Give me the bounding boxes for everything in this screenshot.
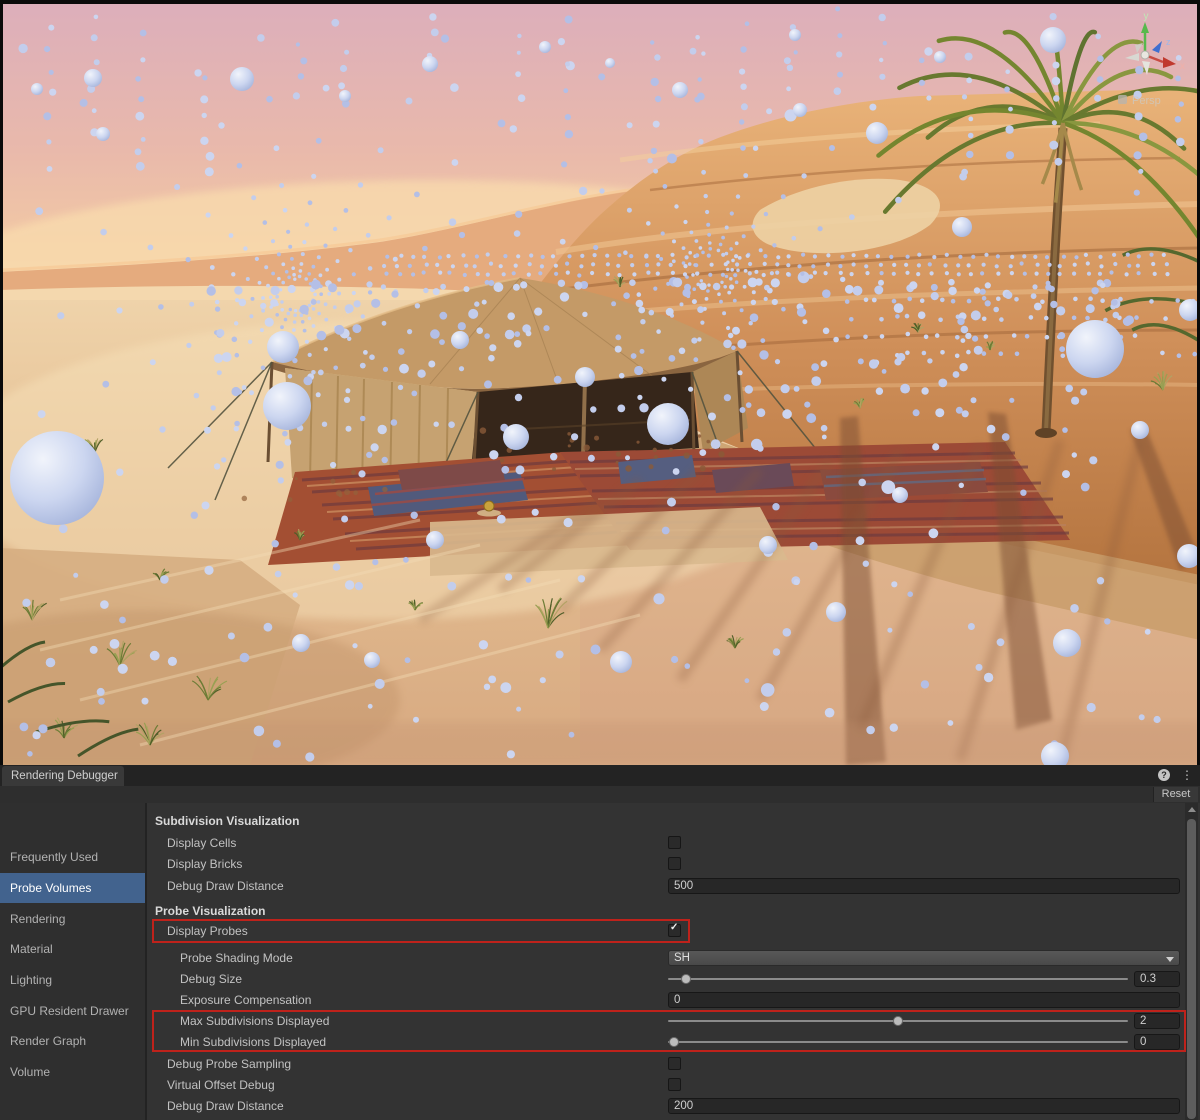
vertical-scrollbar[interactable]: [1185, 803, 1198, 1120]
exposure-compensation-label: Exposure Compensation: [180, 991, 311, 1009]
debug-draw-distance-field[interactable]: 500: [668, 878, 1180, 894]
debug-size-value[interactable]: 0.3: [1134, 971, 1180, 987]
min-subdivisions-value[interactable]: 0: [1134, 1034, 1180, 1050]
gizmo-y-label: y: [1144, 11, 1149, 22]
probe-shading-mode-label: Probe Shading Mode: [180, 949, 293, 967]
row-debug-draw-distance-subdivision: Debug Draw Distance 500: [0, 877, 1200, 895]
scroll-up-icon[interactable]: [1188, 807, 1196, 812]
debug-probe-sampling-checkbox[interactable]: [668, 1057, 681, 1070]
row-display-bricks: Display Bricks: [0, 855, 1200, 873]
max-subdivisions-slider[interactable]: [668, 1012, 1128, 1030]
debug-size-slider[interactable]: [668, 970, 1128, 988]
display-bricks-checkbox[interactable]: [668, 857, 681, 870]
row-debug-probe-sampling: Debug Probe Sampling: [0, 1055, 1200, 1073]
projection-icon: [1118, 95, 1127, 104]
virtual-offset-debug-checkbox[interactable]: [668, 1078, 681, 1091]
slider-handle[interactable]: [669, 1037, 679, 1047]
row-display-cells: Display Cells: [0, 834, 1200, 852]
row-virtual-offset-debug: Virtual Offset Debug: [0, 1076, 1200, 1094]
min-subdivisions-label: Min Subdivisions Displayed: [180, 1033, 326, 1051]
debug-draw-distance-field[interactable]: 200: [668, 1098, 1180, 1114]
desert-scene: y z x Persp: [0, 0, 1200, 765]
frame-top: [0, 0, 1200, 4]
display-cells-checkbox[interactable]: [668, 836, 681, 849]
debug-probe-sampling-label: Debug Probe Sampling: [167, 1055, 291, 1073]
row-debug-draw-distance-probe: Debug Draw Distance 200: [0, 1097, 1200, 1115]
display-cells-label: Display Cells: [167, 834, 236, 852]
frame-left: [0, 0, 3, 765]
scene-viewport[interactable]: y z x Persp: [0, 0, 1200, 765]
rendering-debugger-window: y z x Persp Rendering Debugger ? ⋮: [0, 0, 1200, 1120]
row-probe-shading-mode: Probe Shading Mode SH: [0, 949, 1200, 967]
tab-strip: Rendering Debugger ? ⋮: [0, 765, 1200, 787]
slider-handle[interactable]: [893, 1016, 903, 1026]
min-subdivisions-slider[interactable]: [668, 1033, 1128, 1051]
debug-draw-distance-label: Debug Draw Distance: [167, 1097, 284, 1115]
projection-label[interactable]: Persp: [1132, 95, 1161, 107]
section-probe-visualization: Probe Visualization: [0, 902, 1200, 920]
display-probes-label: Display Probes: [167, 922, 248, 940]
display-probes-checkbox[interactable]: [668, 924, 681, 937]
row-exposure-compensation: Exposure Compensation 0: [0, 991, 1200, 1009]
chevron-down-icon: [1166, 957, 1174, 962]
virtual-offset-debug-label: Virtual Offset Debug: [167, 1076, 275, 1094]
scrollbar-thumb[interactable]: [1187, 819, 1196, 1119]
max-subdivisions-value[interactable]: 2: [1134, 1013, 1180, 1029]
row-max-subdivisions: Max Subdivisions Displayed 2: [0, 1012, 1200, 1030]
display-bricks-label: Display Bricks: [167, 855, 242, 873]
probe-shading-mode-dropdown[interactable]: SH: [668, 950, 1180, 966]
gizmo-x-label: x: [1180, 61, 1185, 72]
section-title: Probe Visualization: [155, 902, 265, 920]
gizmo-z-label: z: [1166, 37, 1171, 47]
section-title: Subdivision Visualization: [155, 812, 299, 830]
slider-handle[interactable]: [681, 974, 691, 984]
row-min-subdivisions: Min Subdivisions Displayed 0: [0, 1033, 1200, 1051]
max-subdivisions-label: Max Subdivisions Displayed: [180, 1012, 329, 1030]
exposure-compensation-field[interactable]: 0: [668, 992, 1180, 1008]
row-display-probes: Display Probes: [0, 922, 1200, 940]
section-subdivision-visualization: Subdivision Visualization: [0, 812, 1200, 830]
tab-rendering-debugger[interactable]: Rendering Debugger: [2, 766, 124, 786]
row-debug-size: Debug Size 0.3: [0, 970, 1200, 988]
more-menu-icon[interactable]: ⋮: [1181, 770, 1193, 780]
reset-button[interactable]: Reset: [1153, 787, 1198, 802]
debug-draw-distance-label: Debug Draw Distance: [167, 877, 284, 895]
help-icon[interactable]: ?: [1158, 769, 1170, 781]
panel-toolbar: Reset: [0, 786, 1200, 804]
rendering-debugger-panel: Rendering Debugger ? ⋮ Reset Frequently …: [0, 765, 1200, 1120]
debug-size-label: Debug Size: [180, 970, 242, 988]
